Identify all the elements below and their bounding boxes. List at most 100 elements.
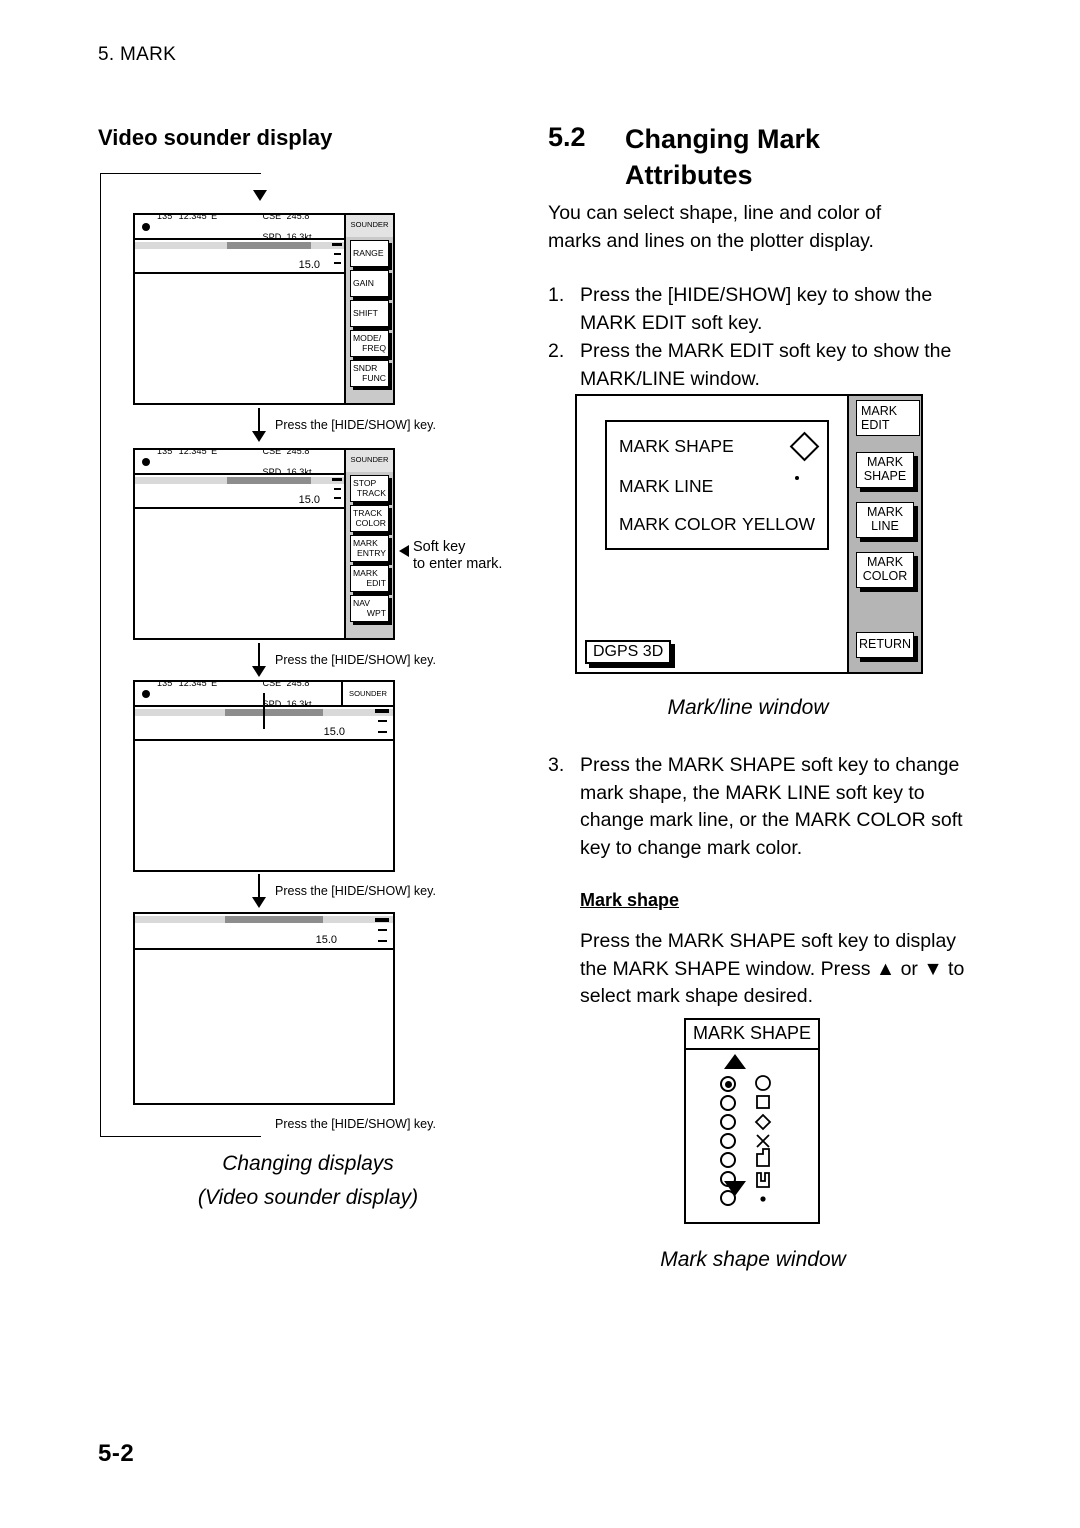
softkey-track-color[interactable]: TRACK COLOR — [350, 505, 389, 532]
own-ship-icon — [142, 689, 150, 698]
manual-page: 5. MARK 5-2 Video sounder display 34° 12… — [0, 0, 1080, 1528]
diamond-icon — [754, 1113, 772, 1131]
softkey-mark-edit[interactable]: MARK EDIT — [350, 565, 389, 592]
softkey-callout-arrow — [399, 545, 409, 557]
step-3-text: Press the MARK SHAPE soft key to change … — [580, 754, 963, 860]
page-number: 5-2 — [98, 1440, 135, 1467]
mark-line-window: MARK SHAPE MARK LINE MARK COLOR YELLOW D… — [575, 394, 923, 674]
section-title: Changing Mark Attributes — [625, 122, 955, 194]
flow-note-3: Press the [HIDE/SHOW] key. — [275, 884, 436, 898]
step-2: 2. Press the MARK EDIT soft key to show … — [548, 338, 968, 393]
step-3-number: 3. — [548, 754, 565, 776]
cross-icon — [756, 1134, 770, 1148]
step-2-number: 2. — [548, 340, 565, 362]
screen-3-sub-value: 15.0 — [323, 726, 345, 738]
flow-note-2: Press the [HIDE/SHOW] key. — [275, 653, 436, 667]
circle-icon — [755, 1075, 771, 1091]
screen-1-sub-value: 15.0 — [298, 259, 320, 271]
step-1: 1. Press the [HIDE/SHOW] key to show the… — [548, 282, 968, 337]
mark-line-window-body: MARK SHAPE MARK LINE MARK COLOR YELLOW D… — [577, 396, 847, 672]
shape-option-cross-radio[interactable] — [720, 1133, 736, 1149]
screen-2-softkey-panel: SOUNDER STOP TRACK TRACK COLOR MARK ENTRY M… — [344, 450, 393, 638]
softkey-range[interactable]: RANGE — [350, 240, 389, 267]
square-icon — [756, 1095, 770, 1109]
mark-shape-window-caption: Mark shape window — [660, 1248, 846, 1271]
flag-down-icon — [756, 1172, 770, 1188]
mark-shape-window: MARK SHAPE — [684, 1018, 820, 1224]
mark-color-label: MARK COLOR — [619, 514, 737, 534]
flow-note-4: Press the [HIDE/SHOW] key. — [275, 1117, 436, 1131]
cse-value: 245.8° — [286, 215, 314, 222]
softkey-stop-track[interactable]: STOP TRACK — [350, 475, 389, 502]
sounder-screen-3: 34° 12.345' N135° 12.345' E CSE 245.8° S… — [133, 680, 395, 872]
dot-icon — [795, 476, 799, 480]
flow-arrow-2 — [252, 666, 266, 677]
step-1-text: Press the [HIDE/SHOW] key to show the MA… — [580, 284, 933, 334]
cse-label: CSE — [262, 215, 282, 222]
sounder-label: SOUNDER — [341, 682, 393, 705]
own-ship-icon — [142, 457, 150, 466]
section-number: 5.2 — [548, 122, 586, 152]
shape-option-circle-radio[interactable] — [720, 1076, 736, 1092]
softkey-mark-entry[interactable]: MARK ENTRY — [350, 535, 389, 562]
left-caption-line2: (Video sounder display) — [197, 1186, 419, 1209]
step-1-number: 1. — [548, 284, 565, 306]
own-ship-icon — [142, 222, 150, 231]
screen-4-sub-value: 15.0 — [315, 934, 337, 946]
softkey-gain[interactable]: GAIN — [350, 270, 389, 297]
flow-arrow-1 — [252, 431, 266, 442]
softkey-shift[interactable]: SHIFT — [350, 300, 389, 327]
mark-line-row-shape[interactable]: MARK SHAPE — [619, 431, 820, 462]
shape-option-diamond-radio[interactable] — [720, 1114, 736, 1130]
screen-3-sub-row: 15.0 — [135, 693, 393, 741]
section-title-line1: Changing Mark — [625, 124, 821, 154]
shape-option-square-radio[interactable] — [720, 1095, 736, 1111]
shift-bar — [135, 916, 393, 923]
screen-3-display: 34° 12.345' N135° 12.345' E CSE 245.8° S… — [135, 682, 393, 870]
mark-line-softkey-panel: MARK EDIT MARK SHAPE MARK LINE MARK COLO… — [847, 396, 921, 672]
lon-value: 135° 12.345' E — [157, 215, 218, 222]
softkey-mark-shape[interactable]: MARK SHAPE — [856, 452, 914, 488]
screen-1-sub-row: 15.0 — [135, 240, 344, 274]
mark-color-value: YELLOW — [742, 514, 815, 534]
sounder-label: SOUNDER — [346, 215, 393, 237]
mark-line-list-box: MARK SHAPE MARK LINE MARK COLOR YELLOW — [605, 420, 829, 550]
softkey-mode-freq[interactable]: MODE/FREQ — [350, 330, 389, 357]
mark-line-row-color[interactable]: MARK COLOR YELLOW — [619, 514, 815, 535]
left-caption-line1: Changing displays — [222, 1152, 394, 1175]
mark-shape-label: MARK SHAPE — [619, 436, 734, 456]
mark-shape-heading: Mark shape — [580, 890, 680, 910]
screen-2-display: 34° 12.345' N135° 12.345' E CSE 245.8° S… — [135, 450, 344, 638]
softkey-mark-color[interactable]: MARK COLOR — [856, 552, 914, 588]
flow-arrow-into-screen1 — [253, 190, 267, 201]
mark-shape-paragraph: Press the MARK SHAPE soft key to display… — [580, 930, 965, 1008]
shape-option-flag-down-radio[interactable] — [720, 1171, 736, 1187]
softkey-header-mark-edit: MARK EDIT — [856, 400, 920, 436]
scroll-up-arrow-icon[interactable] — [724, 1054, 746, 1069]
shift-bar — [135, 477, 344, 484]
dot-icon — [760, 1196, 766, 1202]
left-column-title: Video sounder display — [98, 125, 333, 150]
softkey-nav-wpt[interactable]: NAV WPT — [350, 595, 389, 622]
intro-paragraph: You can select shape, line and color of … — [548, 202, 882, 252]
flow-note-1: Press the [HIDE/SHOW] key. — [275, 418, 436, 432]
shape-option-dot-radio[interactable] — [720, 1190, 736, 1206]
shift-bar — [135, 242, 344, 249]
step-2-text: Press the MARK EDIT soft key to show the… — [580, 340, 952, 390]
flag-up-icon — [756, 1148, 770, 1167]
softkey-sndr-func[interactable]: SNDR FUNC — [350, 360, 389, 387]
flow-arrow-3 — [252, 897, 266, 908]
mark-line-row-line[interactable]: MARK LINE — [619, 476, 815, 497]
screen-4-display: 15.0 – 30 – 20 – – 10 – — [135, 914, 393, 1103]
mark-shape-window-title: MARK SHAPE — [686, 1020, 818, 1050]
softkey-mark-line[interactable]: MARK LINE — [856, 502, 914, 538]
sounder-screen-2: 34° 12.345' N135° 12.345' E CSE 245.8° S… — [133, 448, 395, 640]
mark-shape-glyph-column — [754, 1075, 772, 1202]
screen-1-nav-row: 34° 12.345' N135° 12.345' E CSE 245.8° S… — [135, 215, 344, 242]
softkey-callout-label: Soft key to enter mark. — [413, 539, 503, 573]
sounder-screen-4: 15.0 – 30 – 20 – – 10 – — [133, 912, 395, 1105]
screen-4-sub-row: 15.0 — [135, 914, 393, 950]
shape-option-flag-up-radio[interactable] — [720, 1152, 736, 1168]
screen-2-nav-row: 34° 12.345' N135° 12.345' E CSE 245.8° S… — [135, 450, 344, 477]
softkey-return[interactable]: RETURN — [856, 632, 914, 658]
